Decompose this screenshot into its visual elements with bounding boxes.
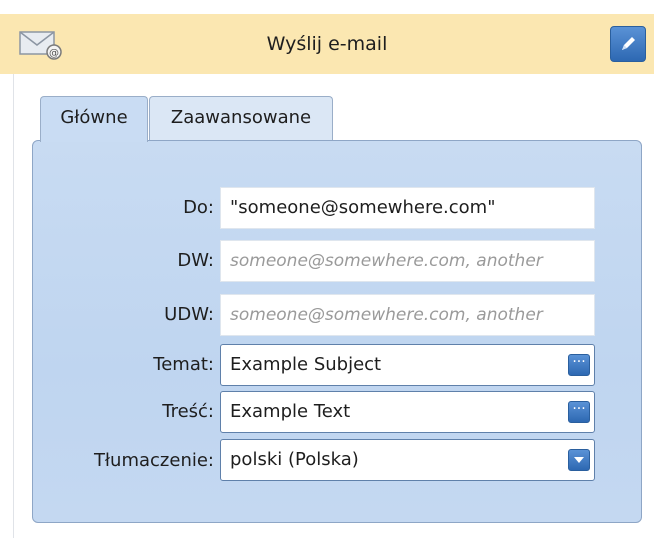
ellipsis-icon: ··· bbox=[572, 354, 586, 370]
translation-select[interactable]: polski (Polska) bbox=[220, 439, 595, 481]
bcc-field[interactable]: someone@somewhere.com, another bbox=[220, 294, 595, 336]
body-field[interactable]: Example Text ··· bbox=[220, 391, 595, 433]
subject-field[interactable]: Example Subject ··· bbox=[220, 344, 595, 386]
pencil-icon bbox=[622, 37, 635, 50]
dialog-title: Wyślij e-mail bbox=[266, 33, 388, 55]
cc-field[interactable]: someone@somewhere.com, another bbox=[220, 240, 595, 282]
cc-label: DW: bbox=[177, 250, 214, 271]
tab-advanced[interactable]: Zaawansowane bbox=[149, 96, 333, 141]
subject-label: Temat: bbox=[153, 354, 214, 375]
translation-label: Tłumaczenie: bbox=[93, 450, 214, 471]
edit-button[interactable] bbox=[610, 26, 646, 62]
body-value: Example Text bbox=[230, 401, 351, 422]
translation-dropdown-button[interactable] bbox=[568, 449, 590, 471]
body-label: Treść: bbox=[162, 401, 214, 422]
subject-ellipsis-button[interactable]: ··· bbox=[568, 354, 590, 376]
bcc-label: UDW: bbox=[164, 304, 214, 325]
dropdown-arrow-icon bbox=[574, 457, 584, 463]
header-bar: @ Wyślij e-mail bbox=[0, 14, 654, 74]
to-field[interactable]: "someone@somewhere.com" bbox=[220, 187, 595, 229]
translation-value: polski (Polska) bbox=[230, 449, 359, 470]
tab-main[interactable]: Główne bbox=[40, 96, 148, 142]
subject-value: Example Subject bbox=[230, 354, 382, 375]
left-border bbox=[13, 74, 14, 538]
body-ellipsis-button[interactable]: ··· bbox=[568, 401, 590, 423]
to-label: Do: bbox=[183, 197, 214, 218]
ellipsis-icon: ··· bbox=[572, 401, 586, 417]
